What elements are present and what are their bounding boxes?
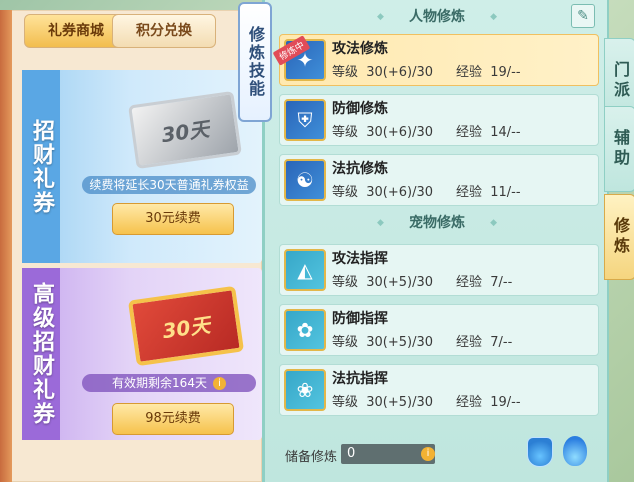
fortune-ticket-note: 续费将延长30天普通礼券权益 bbox=[82, 176, 256, 194]
skill-exp: 经验 14/-- bbox=[456, 125, 521, 140]
premium-ticket-note: 有效期剩余164天 i bbox=[82, 374, 256, 392]
skill-row-pet-resist-command[interactable]: ❀ 法抗指挥 等级 30(+5)/30 经验 19/-- bbox=[279, 364, 599, 416]
info-icon[interactable]: i bbox=[421, 447, 435, 461]
skill-name: 攻法指挥 bbox=[332, 251, 388, 267]
tab-assist[interactable]: 辅助 bbox=[604, 106, 634, 192]
edit-icon[interactable]: ✎ bbox=[571, 4, 595, 28]
skill-exp: 经验 11/-- bbox=[456, 185, 521, 200]
potion-icon[interactable] bbox=[527, 437, 553, 467]
renew-30-button[interactable]: 30元续费 bbox=[112, 203, 234, 235]
skill-exp: 经验 7/-- bbox=[456, 335, 513, 350]
skill-level: 等级 30(+6)/30 bbox=[332, 65, 434, 80]
tab-cultivation[interactable]: 修炼 bbox=[604, 194, 634, 280]
shop-panel-edge bbox=[0, 10, 12, 482]
paw-shield-icon: ❀ bbox=[284, 369, 326, 411]
tab-cultivation-skills[interactable]: 修炼技能 bbox=[238, 2, 272, 122]
skill-row-attack-magic[interactable]: ✦ 修炼中 攻法修炼 等级 30(+6)/30 经验 19/-- bbox=[272, 34, 599, 86]
premium-ticket-title: 高级招财礼券 bbox=[22, 268, 60, 440]
skill-row-magic-resist[interactable]: ☯ 法抗修炼 等级 30(+6)/30 经验 11/-- bbox=[279, 154, 599, 206]
character-cultivation-header: 人物修炼 bbox=[377, 6, 497, 28]
paw-icon: ✿ bbox=[284, 309, 326, 351]
skill-level: 等级 30(+6)/30 bbox=[332, 125, 434, 140]
reserve-cultivation-label: 储备修炼 bbox=[285, 450, 338, 465]
skill-name: 法抗指挥 bbox=[332, 371, 388, 387]
fortune-ticket-title: 招财礼券 bbox=[22, 70, 60, 263]
skill-name: 法抗修炼 bbox=[332, 161, 388, 177]
cultivation-panel: 人物修炼 ✎ ✦ 修炼中 攻法修炼 等级 30(+6)/30 经验 19/-- … bbox=[262, 0, 609, 482]
gold-ticket-image: 30天 bbox=[127, 285, 245, 367]
premium-fortune-ticket-card: 高级招财礼券 30天 有效期剩余164天 i 98元续费 bbox=[22, 268, 262, 440]
info-icon[interactable]: i bbox=[212, 377, 226, 390]
skill-level: 等级 30(+5)/30 bbox=[332, 335, 434, 350]
fortune-ticket-card: 招财礼券 30天 续费将延长30天普通礼券权益 30元续费 bbox=[22, 70, 262, 263]
skill-level: 等级 30(+5)/30 bbox=[332, 395, 434, 410]
skill-level: 等级 30(+5)/30 bbox=[332, 275, 434, 290]
shield-icon: ⛨ bbox=[284, 99, 326, 141]
pizza-slice-icon: ◭ bbox=[284, 249, 326, 291]
skill-exp: 经验 7/-- bbox=[456, 275, 513, 290]
yin-yang-icon: ☯ bbox=[284, 159, 326, 201]
skill-level: 等级 30(+6)/30 bbox=[332, 185, 434, 200]
skill-row-defense[interactable]: ⛨ 防御修炼 等级 30(+6)/30 经验 14/-- bbox=[279, 94, 599, 146]
skill-exp: 经验 19/-- bbox=[456, 395, 521, 410]
silver-ticket-image: 30天 bbox=[128, 90, 242, 170]
tab-points-exchange[interactable]: 积分兑换 bbox=[112, 14, 216, 48]
skill-row-pet-attack-command[interactable]: ◭ 攻法指挥 等级 30(+5)/30 经验 7/-- bbox=[279, 244, 599, 296]
skill-name: 防御指挥 bbox=[332, 311, 388, 327]
renew-98-button[interactable]: 98元续费 bbox=[112, 403, 234, 435]
remaining-days-text: 有效期剩余164天 bbox=[112, 376, 207, 390]
skill-name: 攻法修炼 bbox=[332, 41, 388, 57]
skill-exp: 经验 19/-- bbox=[456, 65, 521, 80]
skill-row-pet-defense-command[interactable]: ✿ 防御指挥 等级 30(+5)/30 经验 7/-- bbox=[279, 304, 599, 356]
skill-name: 防御修炼 bbox=[332, 101, 388, 117]
pet-cultivation-header: 宠物修炼 bbox=[377, 212, 497, 234]
flame-icon[interactable] bbox=[563, 436, 587, 466]
